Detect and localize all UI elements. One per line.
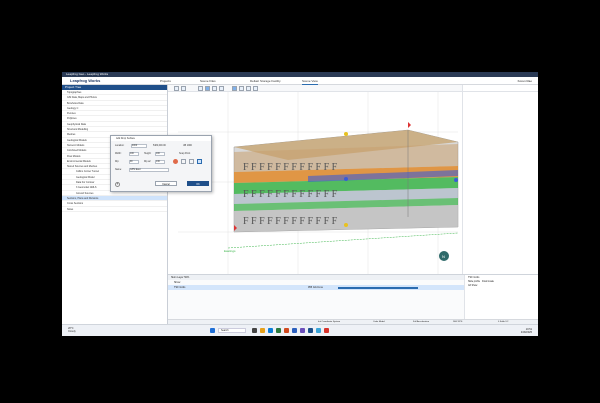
undo-icon[interactable] <box>181 86 186 91</box>
draw-tool-icon[interactable] <box>246 86 251 91</box>
status-version: 0 Kalib 3.2 <box>498 321 509 323</box>
grid-properties-label: Slide profile <box>468 281 481 283</box>
pan-tool-icon[interactable] <box>205 86 210 91</box>
weather-text: Cloudy <box>68 330 76 333</box>
width-value: 100 <box>130 153 134 155</box>
compass-letter: N <box>442 254 445 259</box>
snap-tool-icon[interactable] <box>189 159 194 164</box>
status-acceleration: Full Acceleration <box>413 321 430 323</box>
height-label: Height: <box>144 153 152 155</box>
scene-area: F F F F F F F F F F F F F F F F F F F F … <box>168 85 462 274</box>
dip-az-label: Dip az: <box>144 161 152 163</box>
snap-tool-icon[interactable] <box>197 159 202 164</box>
windows-taskbar: 28°C Cloudy Search 10:51 4/06/2025 <box>62 324 538 336</box>
shape-list-panel: Skim Layer 50% Show TSF Grids 955 Grid L… <box>168 274 538 325</box>
rotate-tool-icon[interactable] <box>212 86 217 91</box>
snap-tool-icon[interactable] <box>181 159 186 164</box>
location-value: 4000 <box>132 145 138 147</box>
project-tree-panel: Project Tree Topographies GIS Data, Maps … <box>62 85 168 324</box>
search-input[interactable]: Search <box>218 328 246 333</box>
slice-tool-icon[interactable] <box>232 86 237 91</box>
properties-toolbar <box>463 85 538 92</box>
weather-widget[interactable]: 28°C Cloudy <box>68 327 76 333</box>
app-icon[interactable] <box>324 328 329 333</box>
dip-value: 90 <box>130 161 133 163</box>
brand-logo: Leapfrog Works <box>70 78 101 83</box>
svg-text:F F F F F F F F F F F F: F F F F F F F F F F F F <box>243 216 338 227</box>
location-value-3: UB 1900 <box>183 145 192 147</box>
drag-handle-top[interactable] <box>344 132 348 136</box>
3d-viewport[interactable]: F F F F F F F F F F F F F F F F F F F F … <box>168 92 462 274</box>
teams-icon[interactable] <box>300 328 305 333</box>
tab-projects[interactable]: Projects <box>160 77 171 85</box>
word-icon[interactable] <box>292 328 297 333</box>
status-bar: Init Coordinate System Code Model Full A… <box>168 319 538 324</box>
user-name[interactable]: Koren Rao <box>518 77 532 85</box>
drag-handle-right[interactable] <box>454 178 458 182</box>
name-label: Name: <box>115 169 122 171</box>
dialog-title: Add Drop Surface <box>111 136 211 141</box>
width-label: Width: <box>115 153 122 155</box>
task-view-icon[interactable] <box>252 328 257 333</box>
add-drop-surface-dialog: Add Drop Surface Location: 4000 5484,000… <box>110 135 212 192</box>
plane-tool-icon[interactable] <box>239 86 244 91</box>
tab-project[interactable]: Deltaic Storage Facility <box>250 77 281 85</box>
status-model: Code Model <box>373 321 385 323</box>
list-item-value: 955 Grid Line <box>308 286 324 289</box>
grid-properties: TSF Grids Slide profile Final Grade Gif … <box>464 275 538 325</box>
scene-canvas[interactable]: F F F F F F F F F F F F F F F F F F F F … <box>168 92 462 274</box>
system-clock[interactable]: 10:51 4/06/2025 <box>521 328 532 334</box>
snap-point-icon[interactable] <box>173 159 178 164</box>
rotate-handle-icon[interactable] <box>408 122 411 128</box>
name-value: GPM East <box>130 169 141 171</box>
leapfrog-icon[interactable] <box>308 328 313 333</box>
status-coordinate: Init Coordinate System <box>318 321 341 323</box>
svg-text:F F F F F F F F F F F F: F F F F F F F F F F F F <box>243 189 338 200</box>
location-label: Location: <box>115 145 125 147</box>
app-header: Leapfrog Works Projects Scene Files Delt… <box>62 77 538 85</box>
clock-date: 4/06/2025 <box>520 331 532 334</box>
app-window: Leapfrog Geo - Leapfrog Works Leapfrog W… <box>62 72 538 336</box>
properties-panel <box>462 85 538 274</box>
tree-item[interactable]: Notes <box>62 207 167 212</box>
tab-scene-view[interactable]: Scene View <box>302 77 318 85</box>
powerpoint-icon[interactable] <box>284 328 289 333</box>
select-tool-icon[interactable] <box>198 86 203 91</box>
window-title: Leapfrog Geo - Leapfrog Works <box>66 72 109 76</box>
snap-label: Snap Point <box>179 153 191 155</box>
dip-label: Dip: <box>115 161 120 163</box>
list-item-label: TSF Grids <box>174 286 186 289</box>
scene-toolbar <box>168 85 462 92</box>
grid-properties-value[interactable]: Final Grade <box>482 281 494 283</box>
axis-label: Eastings <box>224 249 236 253</box>
outlook-icon[interactable] <box>316 328 321 333</box>
file-explorer-icon[interactable] <box>260 328 265 333</box>
dip-az-value: 130 <box>156 161 160 163</box>
svg-text:F F F F F F F F F F F F: F F F F F F F F F F F F <box>243 162 338 173</box>
measure-tool-icon[interactable] <box>219 86 224 91</box>
tab-scene-files[interactable]: Scene Files <box>200 77 216 85</box>
help-icon[interactable]: ? <box>115 182 120 187</box>
timeline-bar[interactable] <box>338 287 418 289</box>
paint-tool-icon[interactable] <box>253 86 258 91</box>
location-value-2: 5484,000.00 <box>153 145 166 147</box>
height-value: 100 <box>156 153 160 155</box>
grid-properties-checkbox[interactable]: Gif Show <box>465 284 538 288</box>
excel-icon[interactable] <box>276 328 281 333</box>
drag-handle-center[interactable] <box>344 177 348 181</box>
drag-handle-bottom[interactable] <box>344 223 348 227</box>
edge-icon[interactable] <box>268 328 273 333</box>
cancel-button[interactable]: Cancel <box>155 181 177 186</box>
home-icon[interactable] <box>174 86 179 91</box>
start-icon[interactable] <box>210 328 215 333</box>
status-fps: DEX FPS <box>453 321 463 323</box>
list-item-label: Show <box>174 281 181 284</box>
ok-button[interactable]: OK <box>187 181 209 186</box>
